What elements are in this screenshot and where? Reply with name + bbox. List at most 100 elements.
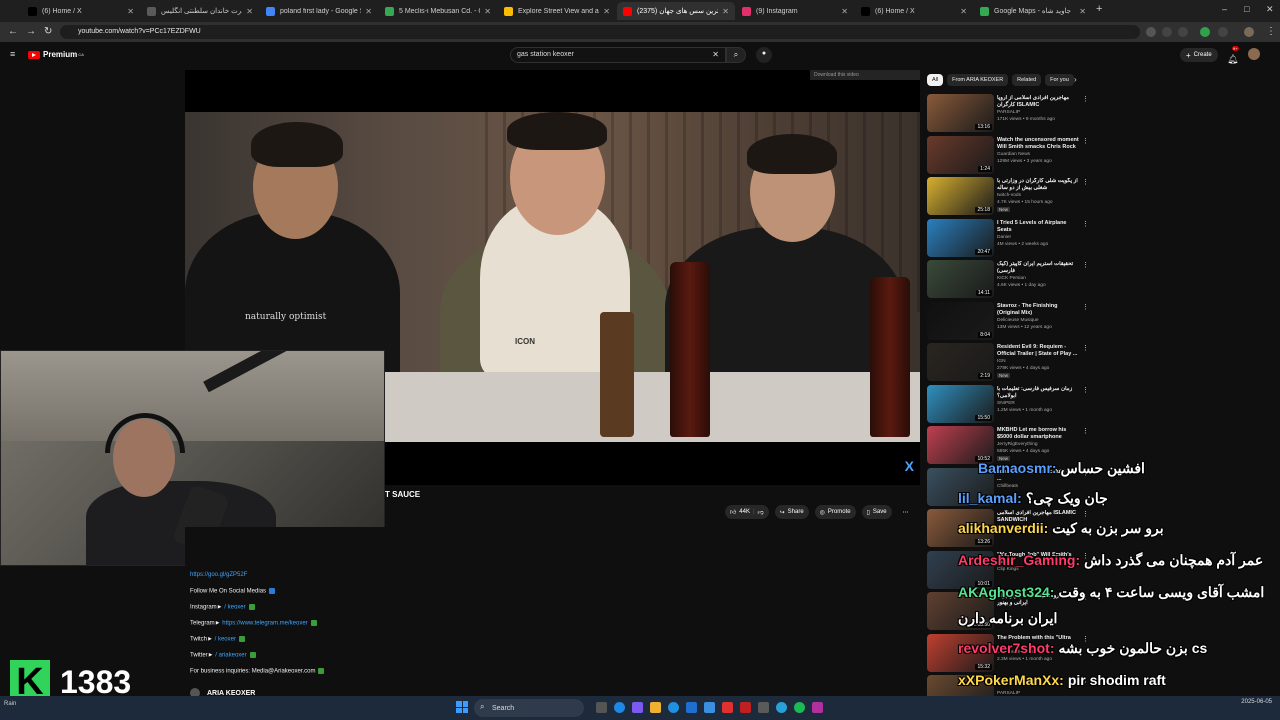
filter-chip[interactable]: All <box>927 74 944 86</box>
youtube-logo[interactable]: Premium CA <box>28 50 84 59</box>
video-options-icon[interactable]: ⋮ <box>1082 344 1089 352</box>
create-button[interactable]: + Create <box>1180 48 1218 62</box>
video-thumbnail[interactable]: 8:04 <box>927 302 994 340</box>
close-tab-icon[interactable]: ✕ <box>365 7 372 16</box>
browser-tab[interactable]: (2375) لذت ترین سس های جهان✕ <box>617 2 735 20</box>
close-tab-icon[interactable]: ✕ <box>484 7 491 16</box>
voice-search-button[interactable]: ● <box>756 47 772 63</box>
taskbar-search[interactable]: ⌕ Search <box>474 699 584 717</box>
filter-chip[interactable]: From ARIA KEOXER <box>947 74 1009 86</box>
close-tab-icon[interactable]: ✕ <box>1079 7 1086 16</box>
bookmark-star-icon[interactable] <box>1178 27 1188 37</box>
close-tab-icon[interactable]: ✕ <box>960 7 967 16</box>
video-thumbnail[interactable]: 20:47 <box>927 219 994 257</box>
twitter-link[interactable]: / ariakeoxer <box>215 653 246 659</box>
copilot-icon[interactable] <box>632 702 643 713</box>
telegram-link[interactable]: https://www.telegram.me/keoxer <box>222 621 307 627</box>
video-thumbnail[interactable]: 13:16 <box>927 94 994 132</box>
video-thumbnail[interactable]: 2:19 <box>927 343 994 381</box>
video-thumbnail[interactable]: 14:11 <box>927 260 994 298</box>
save-button[interactable]: ▯ Save <box>861 505 892 519</box>
twitch-link[interactable]: / keoxer <box>215 637 236 643</box>
video-options-icon[interactable]: ⋮ <box>1082 95 1089 103</box>
close-tab-icon[interactable]: ✕ <box>246 7 253 16</box>
video-options-icon[interactable]: ⋮ <box>1082 261 1089 269</box>
extensions-puzzle-icon[interactable] <box>1218 27 1228 37</box>
recommended-video[interactable]: 13:16 مهاجرین افرادی اسلامی از اروپا کارگ… <box>927 94 1089 134</box>
video-options-icon[interactable]: ⋮ <box>1082 386 1089 394</box>
close-tab-icon[interactable]: ✕ <box>722 7 729 16</box>
mail-icon[interactable] <box>704 702 715 713</box>
recommended-video[interactable]: 1:24 Watch the uncensored moment Will Smi… <box>927 136 1089 176</box>
share-button[interactable]: ↪ Share <box>774 505 809 519</box>
store-icon[interactable] <box>686 702 697 713</box>
filter-chip[interactable]: Related <box>1012 74 1042 86</box>
minimize-icon[interactable]: – <box>1222 4 1227 14</box>
recommended-video[interactable]: 8:04 Stavroz - The Finishing (Original Mi… <box>927 302 1089 342</box>
browser-tab[interactable]: قدرت خاندان سلطنتی انگلیس ✕ <box>141 2 259 20</box>
extension-icon[interactable] <box>1200 27 1210 37</box>
more-actions-icon[interactable]: ⋯ <box>898 505 914 519</box>
profile-avatar[interactable] <box>1244 27 1254 37</box>
recommended-video[interactable]: 14:11 تحقیقات استریم ایران کاپیتر (کیک فا… <box>927 260 1089 300</box>
recommended-video[interactable]: 15:50 زمان سرفیس فارسی: تعلیمات با ابولام… <box>927 385 1089 425</box>
address-bar[interactable]: youtube.com/watch?v=PCc17EZDFWU <box>60 25 1140 39</box>
video-options-icon[interactable]: ⋮ <box>1082 137 1089 145</box>
like-button[interactable]: 👍︎ 44K | 👎︎ <box>725 505 769 519</box>
close-window-icon[interactable]: ✕ <box>1266 4 1274 15</box>
cast-icon[interactable] <box>1146 27 1156 37</box>
maximize-icon[interactable]: □ <box>1244 4 1249 14</box>
browser-tab[interactable]: Explore Street View and add yo ✕ <box>498 2 616 20</box>
instagram-link[interactable]: / keoxer <box>224 605 245 611</box>
obs-icon[interactable] <box>812 702 823 713</box>
video-options-icon[interactable]: ⋮ <box>1082 178 1089 186</box>
forward-icon[interactable]: → <box>26 26 36 37</box>
browser-tab[interactable]: (9) Instagram ✕ <box>736 2 854 20</box>
windows-start-icon[interactable] <box>456 701 468 713</box>
thumbs-down-icon[interactable]: 👎︎ <box>758 508 764 516</box>
recommended-video[interactable]: 20:47 I Tried 5 Levels of Airplane Seats D… <box>927 219 1089 259</box>
close-tab-icon[interactable]: ✕ <box>841 7 848 16</box>
notifications-bell-icon[interactable]: 🔔︎ 9+ <box>1227 46 1239 64</box>
reload-icon[interactable]: ↻ <box>44 26 52 37</box>
youtube-app-icon[interactable] <box>722 702 733 713</box>
install-icon[interactable] <box>1162 27 1172 37</box>
close-tab-icon[interactable]: ✕ <box>603 7 610 16</box>
app-icon[interactable] <box>758 702 769 713</box>
browser-tab[interactable]: Google Maps - جاوید شاه ✕ <box>974 2 1092 20</box>
task-view-icon[interactable] <box>596 702 607 713</box>
edge-icon[interactable] <box>668 702 679 713</box>
description-link[interactable]: https://goo.gl/gZP52F <box>190 572 247 578</box>
filter-chip[interactable]: For you <box>1045 74 1074 86</box>
hamburger-menu-icon[interactable]: ≡ <box>10 49 15 59</box>
recommended-video[interactable]: 2:19 Resident Evil 9: Requiem - Official … <box>927 343 1089 383</box>
browser-menu-icon[interactable]: ⋮ <box>1266 26 1276 37</box>
chrome-icon[interactable] <box>614 702 625 713</box>
clear-search-icon[interactable]: ✕ <box>712 50 719 59</box>
browser-tab[interactable]: (6) Home / X ✕ <box>855 2 973 20</box>
telegram-icon[interactable] <box>776 702 787 713</box>
new-tab-button[interactable]: + <box>1096 3 1102 15</box>
browser-tab[interactable]: 5 Meclis-i Mebusan Cd. - Google ✕ <box>379 2 497 20</box>
browser-tab[interactable]: poland first lady - Google Search ✕ <box>260 2 378 20</box>
search-input[interactable]: gas station keoxer ✕ <box>510 47 726 63</box>
video-thumbnail[interactable]: 10:52 <box>927 426 994 464</box>
account-avatar[interactable] <box>1248 48 1260 60</box>
video-thumbnail[interactable]: 15:50 <box>927 385 994 423</box>
browser-tab[interactable]: (6) Home / X ✕ <box>22 2 140 20</box>
clock[interactable]: 2025-06-05 <box>1241 698 1272 707</box>
video-thumbnail[interactable]: 25:18 <box>927 177 994 215</box>
back-icon[interactable]: ← <box>8 26 18 37</box>
video-options-icon[interactable]: ⋮ <box>1082 303 1089 311</box>
promote-button[interactable]: ◎ Promote <box>814 505 856 519</box>
gmail-icon[interactable] <box>740 702 751 713</box>
weather-widget[interactable]: Rain <box>4 701 16 707</box>
search-button[interactable]: ⌕ <box>726 47 746 63</box>
recommended-video[interactable]: 25:18 از پگویت شلی کارگران در وزارتی با ش… <box>927 177 1089 217</box>
file-explorer-icon[interactable] <box>650 702 661 713</box>
close-tab-icon[interactable]: ✕ <box>127 7 134 16</box>
video-thumbnail[interactable]: 1:24 <box>927 136 994 174</box>
video-options-icon[interactable]: ⋮ <box>1082 427 1089 435</box>
chips-next-icon[interactable]: › <box>1074 75 1077 84</box>
video-options-icon[interactable]: ⋮ <box>1082 220 1089 228</box>
